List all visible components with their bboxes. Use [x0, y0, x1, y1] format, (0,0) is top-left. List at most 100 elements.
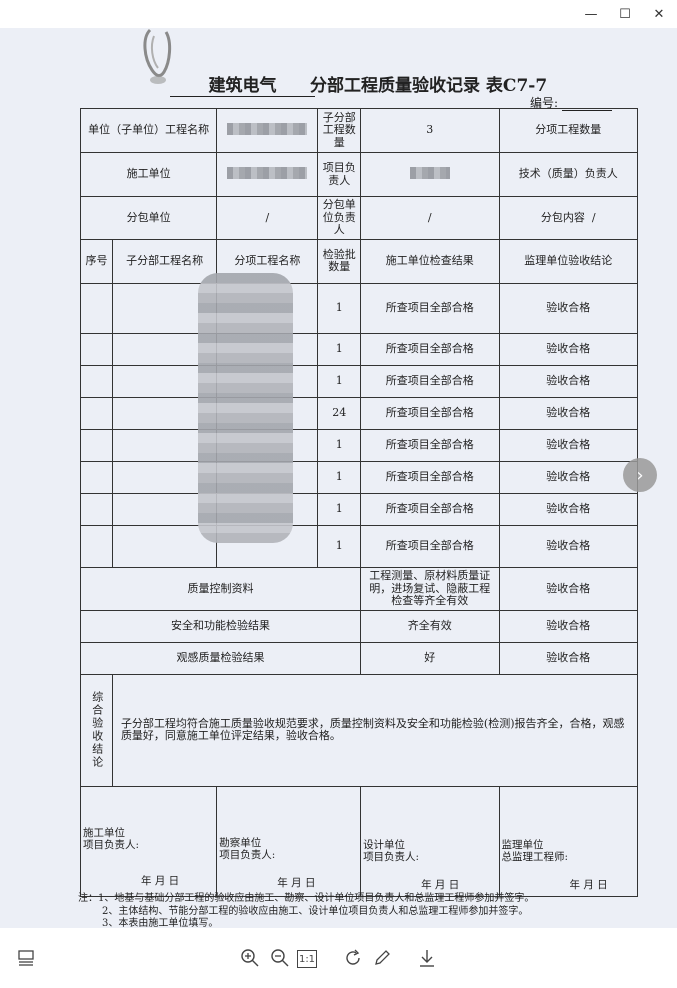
column-header-row: 序号 子分部工程名称 分项工程名称 检验批数量 施工单位检查结果 监理单位验收结… [80, 238, 638, 284]
sign-label: 施工单位 项目负责人: [83, 826, 140, 852]
row-check: 所查项目全部合格 [360, 396, 500, 430]
form-sheet: 建筑电气 分部工程质量验收记录 表C7-7 编号: 单位（子单位）工程名称 子分… [70, 76, 639, 928]
unit-value [216, 108, 319, 153]
table-row: 1 所查项目全部合格 验收合格 [80, 524, 638, 568]
close-icon: ✕ [653, 6, 665, 22]
acceptance-table: 单位（子单位）工程名称 子分部工程数量 3 分项工程数量 施工单位 项目负责人 … [79, 108, 639, 897]
row-count: 24 [317, 396, 362, 430]
thumbnails-icon [18, 950, 34, 966]
table-row: 1 所查项目全部合格 验收合格 [80, 492, 638, 526]
row-count: 1 [317, 332, 362, 366]
minimize-icon: — [584, 6, 598, 22]
minimize-button[interactable]: — [578, 3, 604, 25]
sign-label: 监理单位 总监理工程师: [501, 838, 569, 864]
header-row-2: 施工单位 项目负责人 技术（质量）负责人 [79, 152, 638, 197]
maximize-button[interactable]: ☐ [612, 3, 638, 25]
next-image-button[interactable]: › [623, 458, 657, 492]
conclusion-row: 综合验收结论 子分部工程均符合施工质量验收规范要求，质量控制资料及安全和功能检验… [80, 673, 639, 787]
download-icon [420, 950, 434, 967]
row-check: 所查项目全部合格 [360, 428, 500, 462]
sign-date: 年 月 日 [141, 874, 180, 887]
rotate-icon [346, 949, 360, 965]
actual-size-button[interactable]: 1:1 [297, 950, 317, 968]
redacted-text [227, 122, 308, 135]
sign-supervisor: 监理单位 总监理工程师: 年 月 日 [498, 785, 638, 897]
sign-date: 年 月 日 [421, 878, 460, 891]
zoom-in-button[interactable] [238, 946, 262, 970]
zoom-out-button[interactable] [268, 946, 292, 970]
window-titlebar: — ☐ ✕ [0, 0, 677, 28]
note-line: 2、主体结构、节能分部工程的验收应由施工、设计单位项目负责人和总监理工程师参加并… [102, 905, 529, 917]
row-verdict: 验收合格 [498, 428, 638, 462]
row-verdict: 验收合格 [498, 332, 638, 366]
row-count: 1 [317, 364, 362, 398]
sub-content-label: 分包内容 [540, 210, 585, 224]
subunit-count: 3 [360, 108, 500, 153]
edit-button[interactable] [370, 946, 394, 970]
row-check: 所查项目全部合格 [360, 524, 500, 568]
rotate-button[interactable] [341, 946, 365, 970]
col-index: 序号 [80, 238, 113, 284]
pm-label: 项目负责人 [317, 152, 362, 197]
row-verdict: 验收合格 [498, 492, 638, 526]
col-subdivision: 子分部工程名称 [111, 238, 218, 284]
close-button[interactable]: ✕ [646, 3, 672, 25]
row-count: 1 [317, 460, 362, 494]
table-row: 1 所查项目全部合格 验收合格 [80, 460, 638, 494]
form-notes: 注：1、地基与基础分部工程的验收应由施工、勘察、设计单位项目负责人和总监理工程师… [78, 893, 638, 928]
unit-label: 单位（子单位）工程名称 [79, 108, 218, 153]
zoom-in-icon [241, 949, 259, 967]
table-row: 1 所查项目全部合格 验收合格 [80, 428, 638, 462]
sign-design: 设计单位 项目负责人: 年 月 日 [360, 785, 500, 897]
zoom-out-icon [271, 949, 289, 967]
row-check: 所查项目全部合格 [360, 364, 500, 398]
row-check: 所查项目全部合格 [360, 332, 500, 366]
row-check: 所查项目全部合格 [360, 492, 500, 526]
image-viewer: 建筑电气 分部工程质量验收记录 表C7-7 编号: 单位（子单位）工程名称 子分… [0, 28, 677, 928]
subcontract-value: / [216, 196, 319, 240]
redacted-region [198, 273, 293, 543]
table-row: 1 所查项目全部合格 验收合格 [80, 282, 638, 334]
document-photo: 建筑电气 分部工程质量验收记录 表C7-7 编号: 单位（子单位）工程名称 子分… [0, 28, 677, 928]
row-verdict: 验收合格 [498, 460, 638, 494]
contractor-label: 施工单位 [79, 152, 218, 197]
sign-contractor: 施工单位 项目负责人: 年 月 日 [79, 785, 218, 897]
signature-row: 施工单位 项目负责人: 年 月 日 勘察单位 项目负责人: 年 月 日 设计单位… [79, 785, 638, 897]
download-button[interactable] [415, 946, 439, 970]
quality-check: 工程测量、原材料质量证明，进场复试、隐蔽工程检查等齐全有效 [360, 566, 500, 611]
actual-size-icon: 1:1 [298, 953, 316, 965]
safety-label: 安全和功能检验结果 [79, 609, 362, 643]
sign-date: 年 月 日 [569, 878, 608, 891]
table-row: 24 所查项目全部合格 验收合格 [80, 396, 638, 430]
row-verdict: 验收合格 [498, 282, 638, 334]
table-row: 1 所查项目全部合格 验收合格 [80, 332, 638, 366]
table-row: 1 所查项目全部合格 验收合格 [80, 364, 638, 398]
row-verdict: 验收合格 [498, 364, 638, 398]
note-line: 3、本表由施工单位填写。 [102, 918, 219, 928]
row-count: 1 [317, 282, 362, 334]
subunit-count-label: 子分部工程数量 [317, 108, 362, 153]
edit-icon [375, 950, 390, 965]
sign-survey: 勘察单位 项目负责人: 年 月 日 [216, 785, 362, 897]
col-contractor-check: 施工单位检查结果 [360, 238, 500, 284]
sign-label: 勘察单位 项目负责人: [219, 836, 276, 862]
sub-content-value: / [591, 210, 596, 224]
row-verdict: 验收合格 [498, 524, 638, 568]
maximize-icon: ☐ [619, 6, 631, 22]
header-row-1: 单位（子单位）工程名称 子分部工程数量 3 分项工程数量 [79, 108, 638, 153]
item-count-label: 分项工程数量 [498, 108, 638, 153]
col-batch-count: 检验批数量 [317, 238, 362, 284]
note-line: 注：1、地基与基础分部工程的验收应由施工、勘察、设计单位项目负责人和总监理工程师… [78, 893, 535, 904]
thumbnails-button[interactable] [14, 946, 38, 970]
sub-content-cell: 分包内容 / [498, 196, 638, 240]
contractor-value [216, 152, 319, 197]
row-count: 1 [317, 428, 362, 462]
redacted-text [409, 166, 450, 179]
row-count: 1 [317, 492, 362, 526]
sub-pm-label: 分包单位负责人 [317, 196, 362, 240]
safety-check: 齐全有效 [360, 609, 500, 643]
safety-verdict: 验收合格 [498, 609, 638, 643]
appearance-label: 观感质量检验结果 [79, 641, 362, 675]
division-name: 建筑电气 [170, 71, 315, 97]
subcontract-label: 分包单位 [79, 196, 218, 240]
